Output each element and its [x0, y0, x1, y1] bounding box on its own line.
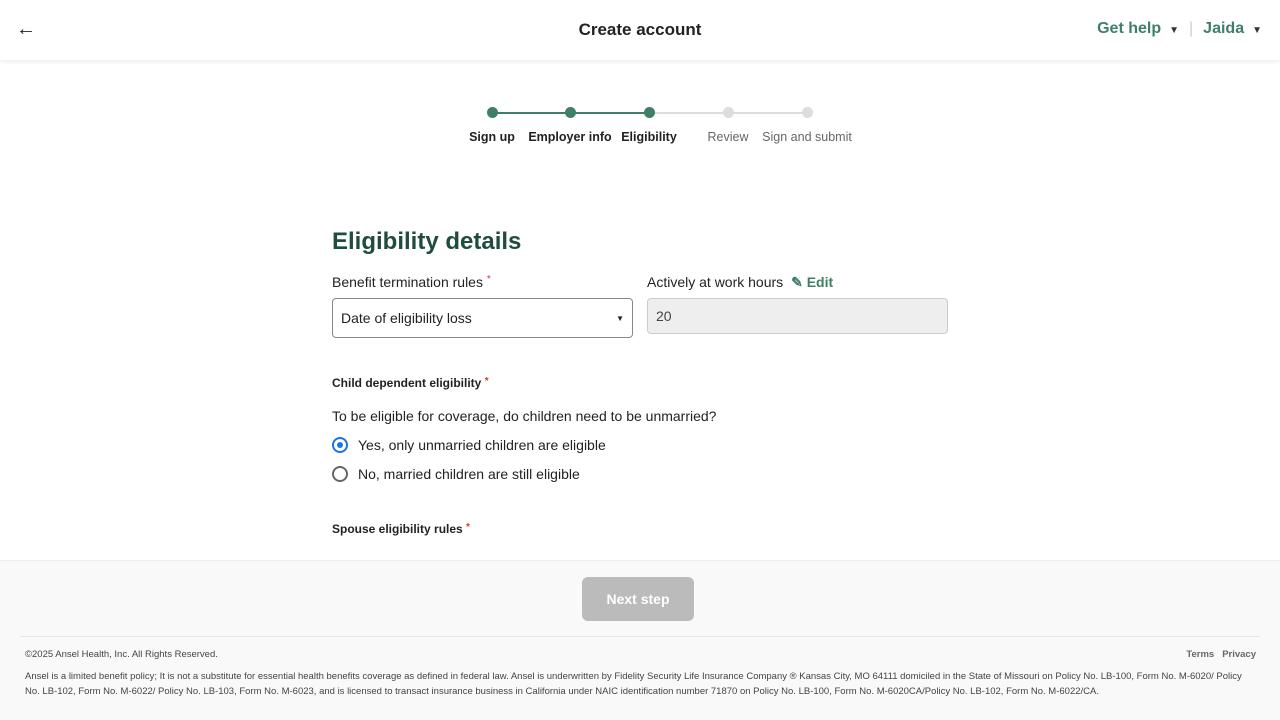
next-step-button[interactable]: Next step: [582, 577, 694, 621]
step-label: Eligibility: [621, 130, 677, 144]
back-arrow-icon[interactable]: ←: [16, 18, 36, 41]
option-label: Yes, only unmarried children are eligibl…: [358, 437, 606, 453]
step-connector: [649, 112, 728, 114]
legal-disclaimer: Ansel is a limited benefit policy; It is…: [25, 671, 1242, 697]
user-menu[interactable]: Jaida ▼: [1203, 20, 1262, 38]
termination-label: Benefit termination rules: [332, 274, 483, 290]
get-help-menu[interactable]: Get help ▼: [1097, 20, 1179, 38]
chevron-down-icon: ▼: [1252, 25, 1262, 36]
spouse-eligibility-label: Spouse eligibility rules: [332, 522, 463, 536]
step-dot: [722, 107, 734, 118]
radio-unselected-icon[interactable]: [332, 466, 348, 482]
radio-option-no[interactable]: No, married children are still eligible: [332, 466, 948, 482]
divider: [20, 636, 1260, 637]
eligibility-form: Eligibility details Benefit termination …: [332, 228, 948, 536]
step-dot: [801, 107, 813, 118]
radio-option-yes[interactable]: Yes, only unmarried children are eligibl…: [332, 437, 948, 453]
step-label: Employer info: [528, 130, 612, 144]
progress-stepper: Sign up Employer info Eligibility Review Sig…: [0, 106, 1280, 156]
step-connector: [728, 112, 807, 114]
hours-label: Actively at work hours: [647, 274, 784, 290]
get-help-label: Get help: [1097, 20, 1162, 37]
child-eligibility-label: Child dependent eligibility: [332, 376, 482, 390]
divider: |: [1189, 20, 1194, 37]
chevron-down-icon: ▼: [1169, 25, 1180, 36]
selected-value: Date of eligibility loss: [341, 310, 472, 326]
step-connector: [492, 112, 570, 114]
step-connector: [570, 112, 649, 114]
pencil-icon: ✎: [791, 274, 803, 290]
termination-rules-select[interactable]: Date of eligibility loss ▼: [332, 298, 633, 338]
edit-hours-button[interactable]: ✎ Edit: [791, 274, 833, 290]
hours-input[interactable]: 20: [647, 298, 948, 334]
step-label: Sign up: [469, 130, 515, 144]
radio-selected-icon[interactable]: [332, 437, 348, 453]
edit-label: Edit: [806, 274, 834, 290]
required-marker: *: [484, 376, 489, 387]
step-dot: [643, 107, 655, 118]
section-heading: Eligibility details: [332, 228, 522, 255]
child-question: To be eligible for coverage, do children…: [332, 408, 717, 424]
copyright: ©2025 Ansel Health, Inc. All Rights Rese…: [25, 649, 218, 660]
step-label: Review: [707, 130, 749, 144]
step-label: Sign and submit: [762, 130, 852, 144]
option-label: No, married children are still eligible: [358, 466, 580, 482]
terms-link[interactable]: Terms: [1186, 649, 1214, 660]
top-bar: ← Create account Get help ▼ | Jaida ▼: [0, 0, 1280, 60]
page-title: Create account: [578, 20, 702, 39]
footer: Next step ©2025 Ansel Health, Inc. All R…: [0, 560, 1280, 720]
chevron-down-icon: ▼: [616, 313, 624, 323]
required-marker: *: [466, 522, 470, 533]
privacy-link[interactable]: Privacy: [1222, 649, 1256, 660]
step-dot: [564, 107, 576, 118]
required-marker: *: [486, 274, 491, 285]
user-name: Jaida: [1203, 20, 1245, 37]
step-dot: [486, 107, 498, 118]
